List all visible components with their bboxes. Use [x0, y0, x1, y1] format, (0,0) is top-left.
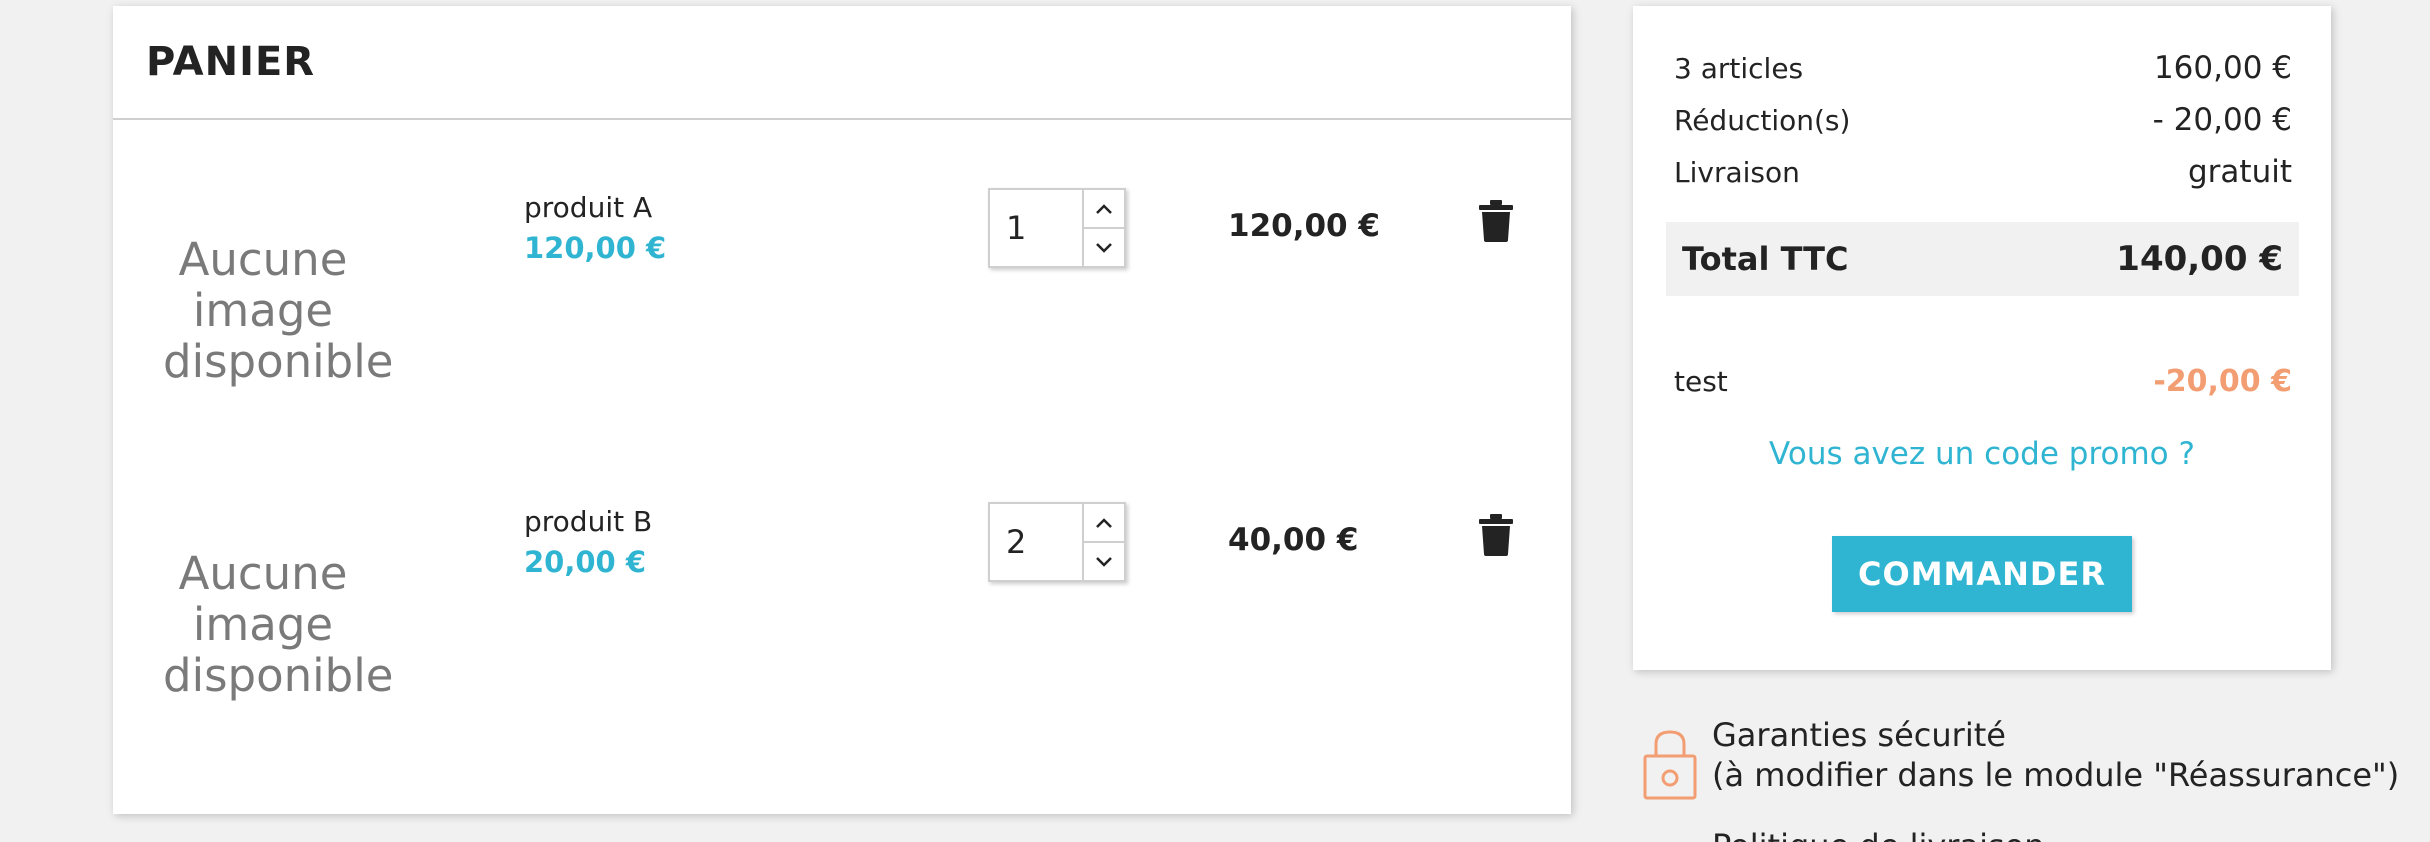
- reassurance-subtitle: (à modifier dans le module "Réassurance"…: [1712, 756, 2400, 794]
- quantity-input[interactable]: [990, 504, 1082, 580]
- reassurance-title: Garanties sécurité: [1712, 716, 2006, 754]
- product-image-placeholder: Aucune image disponible: [163, 547, 394, 702]
- chevron-up-icon: [1096, 517, 1112, 528]
- cart-page: PANIER Aucune image disponible produit A…: [0, 0, 2430, 842]
- quantity-buttons: [1082, 504, 1124, 580]
- summary-shipping-row: Livraison gratuit: [1674, 154, 2292, 190]
- cart-summary: 3 articles 160,00 € Réduction(s) - 20,00…: [1633, 6, 2331, 670]
- summary-reduction-value: - 20,00 €: [2152, 102, 2292, 138]
- summary-articles-value: 160,00 €: [2153, 50, 2292, 86]
- product-unit-price: 20,00 €: [524, 545, 647, 579]
- summary-reduction-label: Réduction(s): [1674, 103, 1851, 137]
- line-total: 120,00 €: [1228, 208, 1380, 244]
- quantity-increase-button[interactable]: [1084, 504, 1124, 541]
- voucher-value: -20,00 €: [2153, 364, 2292, 399]
- summary-articles-row: 3 articles 160,00 €: [1674, 50, 2292, 86]
- product-image-placeholder: Aucune image disponible: [163, 233, 394, 388]
- summary-total-label: Total TTC: [1682, 240, 1849, 278]
- chevron-down-icon: [1096, 242, 1112, 253]
- quantity-increase-button[interactable]: [1084, 190, 1124, 227]
- checkout-button[interactable]: COMMANDER: [1832, 536, 2132, 612]
- cart-line-item: Aucune image disponible produit A 120,00…: [113, 188, 1571, 478]
- reassurance-text: Garanties sécurité (à modifier dans le m…: [1712, 715, 2399, 795]
- quantity-decrease-button[interactable]: [1084, 227, 1124, 266]
- chevron-up-icon: [1096, 203, 1112, 214]
- product-name[interactable]: produit A: [524, 188, 666, 228]
- summary-articles-label: 3 articles: [1674, 51, 1804, 85]
- product-info: produit A 120,00 €: [524, 188, 666, 268]
- quantity-input[interactable]: [990, 190, 1082, 266]
- cart-header: PANIER: [113, 6, 1571, 120]
- summary-total-value: 140,00 €: [2116, 239, 2283, 279]
- quantity-stepper: [988, 502, 1126, 582]
- cart-title: PANIER: [146, 39, 316, 85]
- cart-line-item: Aucune image disponible produit B 20,00 …: [113, 502, 1571, 792]
- product-name[interactable]: produit B: [524, 502, 652, 542]
- cart-panel: PANIER Aucune image disponible produit A…: [113, 6, 1571, 814]
- summary-shipping-label: Livraison: [1674, 155, 1800, 189]
- product-info: produit B 20,00 €: [524, 502, 652, 582]
- summary-shipping-value: gratuit: [2188, 154, 2292, 190]
- quantity-stepper: [988, 188, 1126, 268]
- summary-total-row: Total TTC 140,00 €: [1666, 222, 2299, 296]
- chevron-down-icon: [1096, 556, 1112, 567]
- quantity-decrease-button[interactable]: [1084, 541, 1124, 580]
- reassurance-next-item: Politique de livraison: [1712, 827, 2044, 842]
- voucher-name: test: [1674, 365, 1728, 398]
- quantity-buttons: [1082, 190, 1124, 266]
- voucher-row: test -20,00 €: [1674, 364, 2292, 399]
- lock-icon: [1643, 730, 1697, 800]
- product-unit-price: 120,00 €: [524, 231, 667, 265]
- trash-icon[interactable]: [1478, 200, 1514, 242]
- summary-reduction-row: Réduction(s) - 20,00 €: [1674, 102, 2292, 138]
- line-total: 40,00 €: [1228, 522, 1359, 558]
- trash-icon[interactable]: [1478, 514, 1514, 556]
- promo-code-link[interactable]: Vous avez un code promo ?: [1633, 436, 2331, 472]
